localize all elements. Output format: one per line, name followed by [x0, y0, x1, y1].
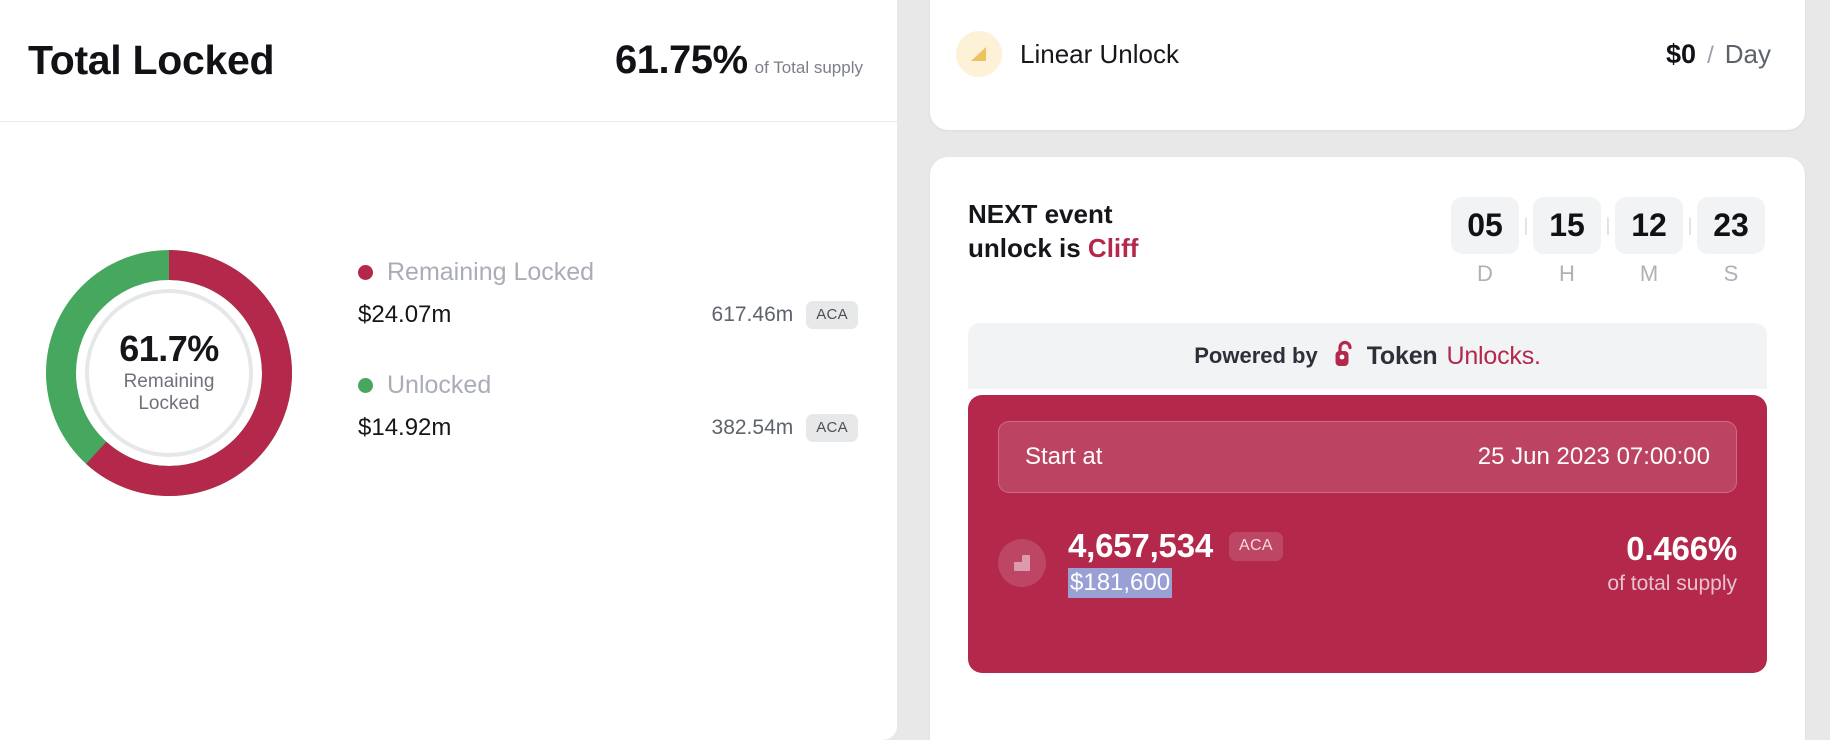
event-usd-value[interactable]: $181,600: [1068, 568, 1173, 598]
legend-values: $14.92m 382.54m ACA: [358, 414, 858, 442]
linear-ramp-icon: [956, 31, 1002, 77]
event-percent: 0.466%: [1626, 529, 1737, 567]
next-event-type: Cliff: [1087, 233, 1139, 264]
event-token-line: 4,657,534 ACA: [1068, 527, 1283, 565]
ramp-triangle-glyph: [971, 47, 986, 61]
countdown-label-minutes: M: [1639, 261, 1659, 286]
padlock-glyph: [1335, 340, 1352, 366]
linear-rate-period: Day: [1724, 38, 1771, 69]
legend-ticker-badge: ACA: [806, 301, 858, 329]
event-start-label: Start at: [1025, 443, 1103, 470]
linear-unlock-card[interactable]: Linear Unlock $0 / Day: [930, 0, 1805, 130]
linear-unlock-rate: $0 / Day: [1666, 39, 1771, 70]
cliff-step-glyph: [1014, 554, 1030, 571]
legend-item-remaining-locked[interactable]: Remaining Locked $24.07m 617.46m ACA: [358, 258, 858, 329]
next-event-header: NEXT event unlock is Cliff 05 D | 15 H |: [968, 197, 1767, 287]
countdown-timer: 05 D | 15 H | 12 M | 23 S: [1449, 197, 1767, 287]
countdown-unit-seconds: 23 S: [1695, 197, 1767, 287]
legend-token-amount: 617.46m: [711, 303, 794, 326]
page-title: Total Locked: [28, 37, 275, 83]
legend-token-values: 617.46m ACA: [712, 301, 858, 329]
countdown-value-hours: 15: [1533, 197, 1601, 254]
countdown-separator: |: [1605, 215, 1611, 235]
legend-label: Unlocked: [387, 371, 492, 399]
legend-header: Remaining Locked: [358, 258, 858, 287]
event-start-row: Start at 25 Jun 2023 07:00:00: [998, 421, 1737, 493]
legend-usd-value: $14.92m: [358, 414, 452, 441]
locked-donut-chart: 61.7% Remaining Locked: [38, 242, 300, 504]
total-locked-panel: Total Locked 61.75% of Total supply 61.7…: [0, 0, 897, 740]
legend-label: Remaining Locked: [387, 258, 595, 286]
countdown-value-minutes: 12: [1615, 197, 1683, 254]
total-locked-summary: 61.75% of Total supply: [615, 38, 863, 83]
total-locked-percent-caption: of Total supply: [754, 58, 863, 77]
event-percent-block: 0.466% of total supply: [1607, 530, 1737, 596]
legend-ticker-badge: ACA: [806, 414, 858, 442]
event-amount-block: 4,657,534 ACA $181,600: [1068, 527, 1283, 598]
powered-by-bar[interactable]: Powered by Token Unlocks.: [968, 323, 1767, 389]
countdown-label-seconds: S: [1723, 261, 1739, 286]
event-ticker-badge: ACA: [1229, 531, 1283, 561]
legend-item-unlocked[interactable]: Unlocked $14.92m 382.54m ACA: [358, 371, 858, 442]
next-event-title-line2-prefix: unlock is: [968, 233, 1088, 264]
dashboard-root: Total Locked 61.75% of Total supply 61.7…: [0, 0, 1830, 740]
donut-svg: [46, 250, 292, 496]
next-unlock-event-panel: Start at 25 Jun 2023 07:00:00 4,657,534 …: [968, 395, 1767, 673]
countdown-separator: |: [1523, 215, 1529, 235]
countdown-unit-days: 05 D: [1449, 197, 1521, 287]
legend-color-dot-icon: [358, 265, 373, 280]
legend-token-amount: 382.54m: [711, 416, 794, 439]
total-locked-header: Total Locked 61.75% of Total supply: [0, 0, 897, 122]
total-locked-body: 61.7% Remaining Locked Remaining Locked …: [0, 122, 897, 504]
countdown-label-days: D: [1477, 261, 1493, 286]
event-token-amount: 4,657,534: [1068, 527, 1214, 564]
donut-legend: Remaining Locked $24.07m 617.46m ACA Unl…: [358, 258, 858, 442]
legend-color-dot-icon: [358, 378, 373, 393]
brand-name-unlocks: Unlocks.: [1446, 341, 1541, 370]
linear-rate-separator: /: [1707, 41, 1714, 69]
powered-by-text: Powered by: [1194, 343, 1318, 368]
brand-name-token: Token: [1366, 341, 1438, 370]
cliff-step-icon: [998, 538, 1046, 587]
event-percent-caption: of total supply: [1607, 571, 1737, 595]
linear-rate-amount: $0: [1666, 38, 1697, 69]
next-event-card: NEXT event unlock is Cliff 05 D | 15 H |: [930, 157, 1805, 740]
unlock-details-column: Linear Unlock $0 / Day NEXT event unlock…: [930, 0, 1805, 740]
legend-header: Unlocked: [358, 371, 858, 400]
countdown-value-seconds: 23: [1697, 197, 1765, 254]
tokenunlocks-brand[interactable]: Token Unlocks.: [1332, 339, 1541, 374]
countdown-unit-hours: 15 H: [1531, 197, 1603, 287]
event-amount-row: 4,657,534 ACA $181,600 0.466% of total s…: [998, 527, 1737, 598]
open-padlock-icon: [1332, 339, 1358, 374]
total-locked-percent: 61.75%: [614, 38, 748, 82]
legend-token-values: 382.54m ACA: [712, 414, 858, 442]
next-event-title: NEXT event unlock is Cliff: [968, 197, 1138, 266]
event-start-datetime: 25 Jun 2023 07:00:00: [1477, 443, 1710, 470]
next-event-title-line1: NEXT event: [968, 199, 1113, 229]
countdown-unit-minutes: 12 M: [1613, 197, 1685, 287]
countdown-separator: |: [1687, 215, 1693, 235]
countdown-value-days: 05: [1451, 197, 1519, 254]
countdown-label-hours: H: [1559, 261, 1575, 286]
legend-values: $24.07m 617.46m ACA: [358, 301, 858, 329]
linear-unlock-label: Linear Unlock: [1020, 38, 1179, 69]
legend-usd-value: $24.07m: [358, 301, 452, 328]
